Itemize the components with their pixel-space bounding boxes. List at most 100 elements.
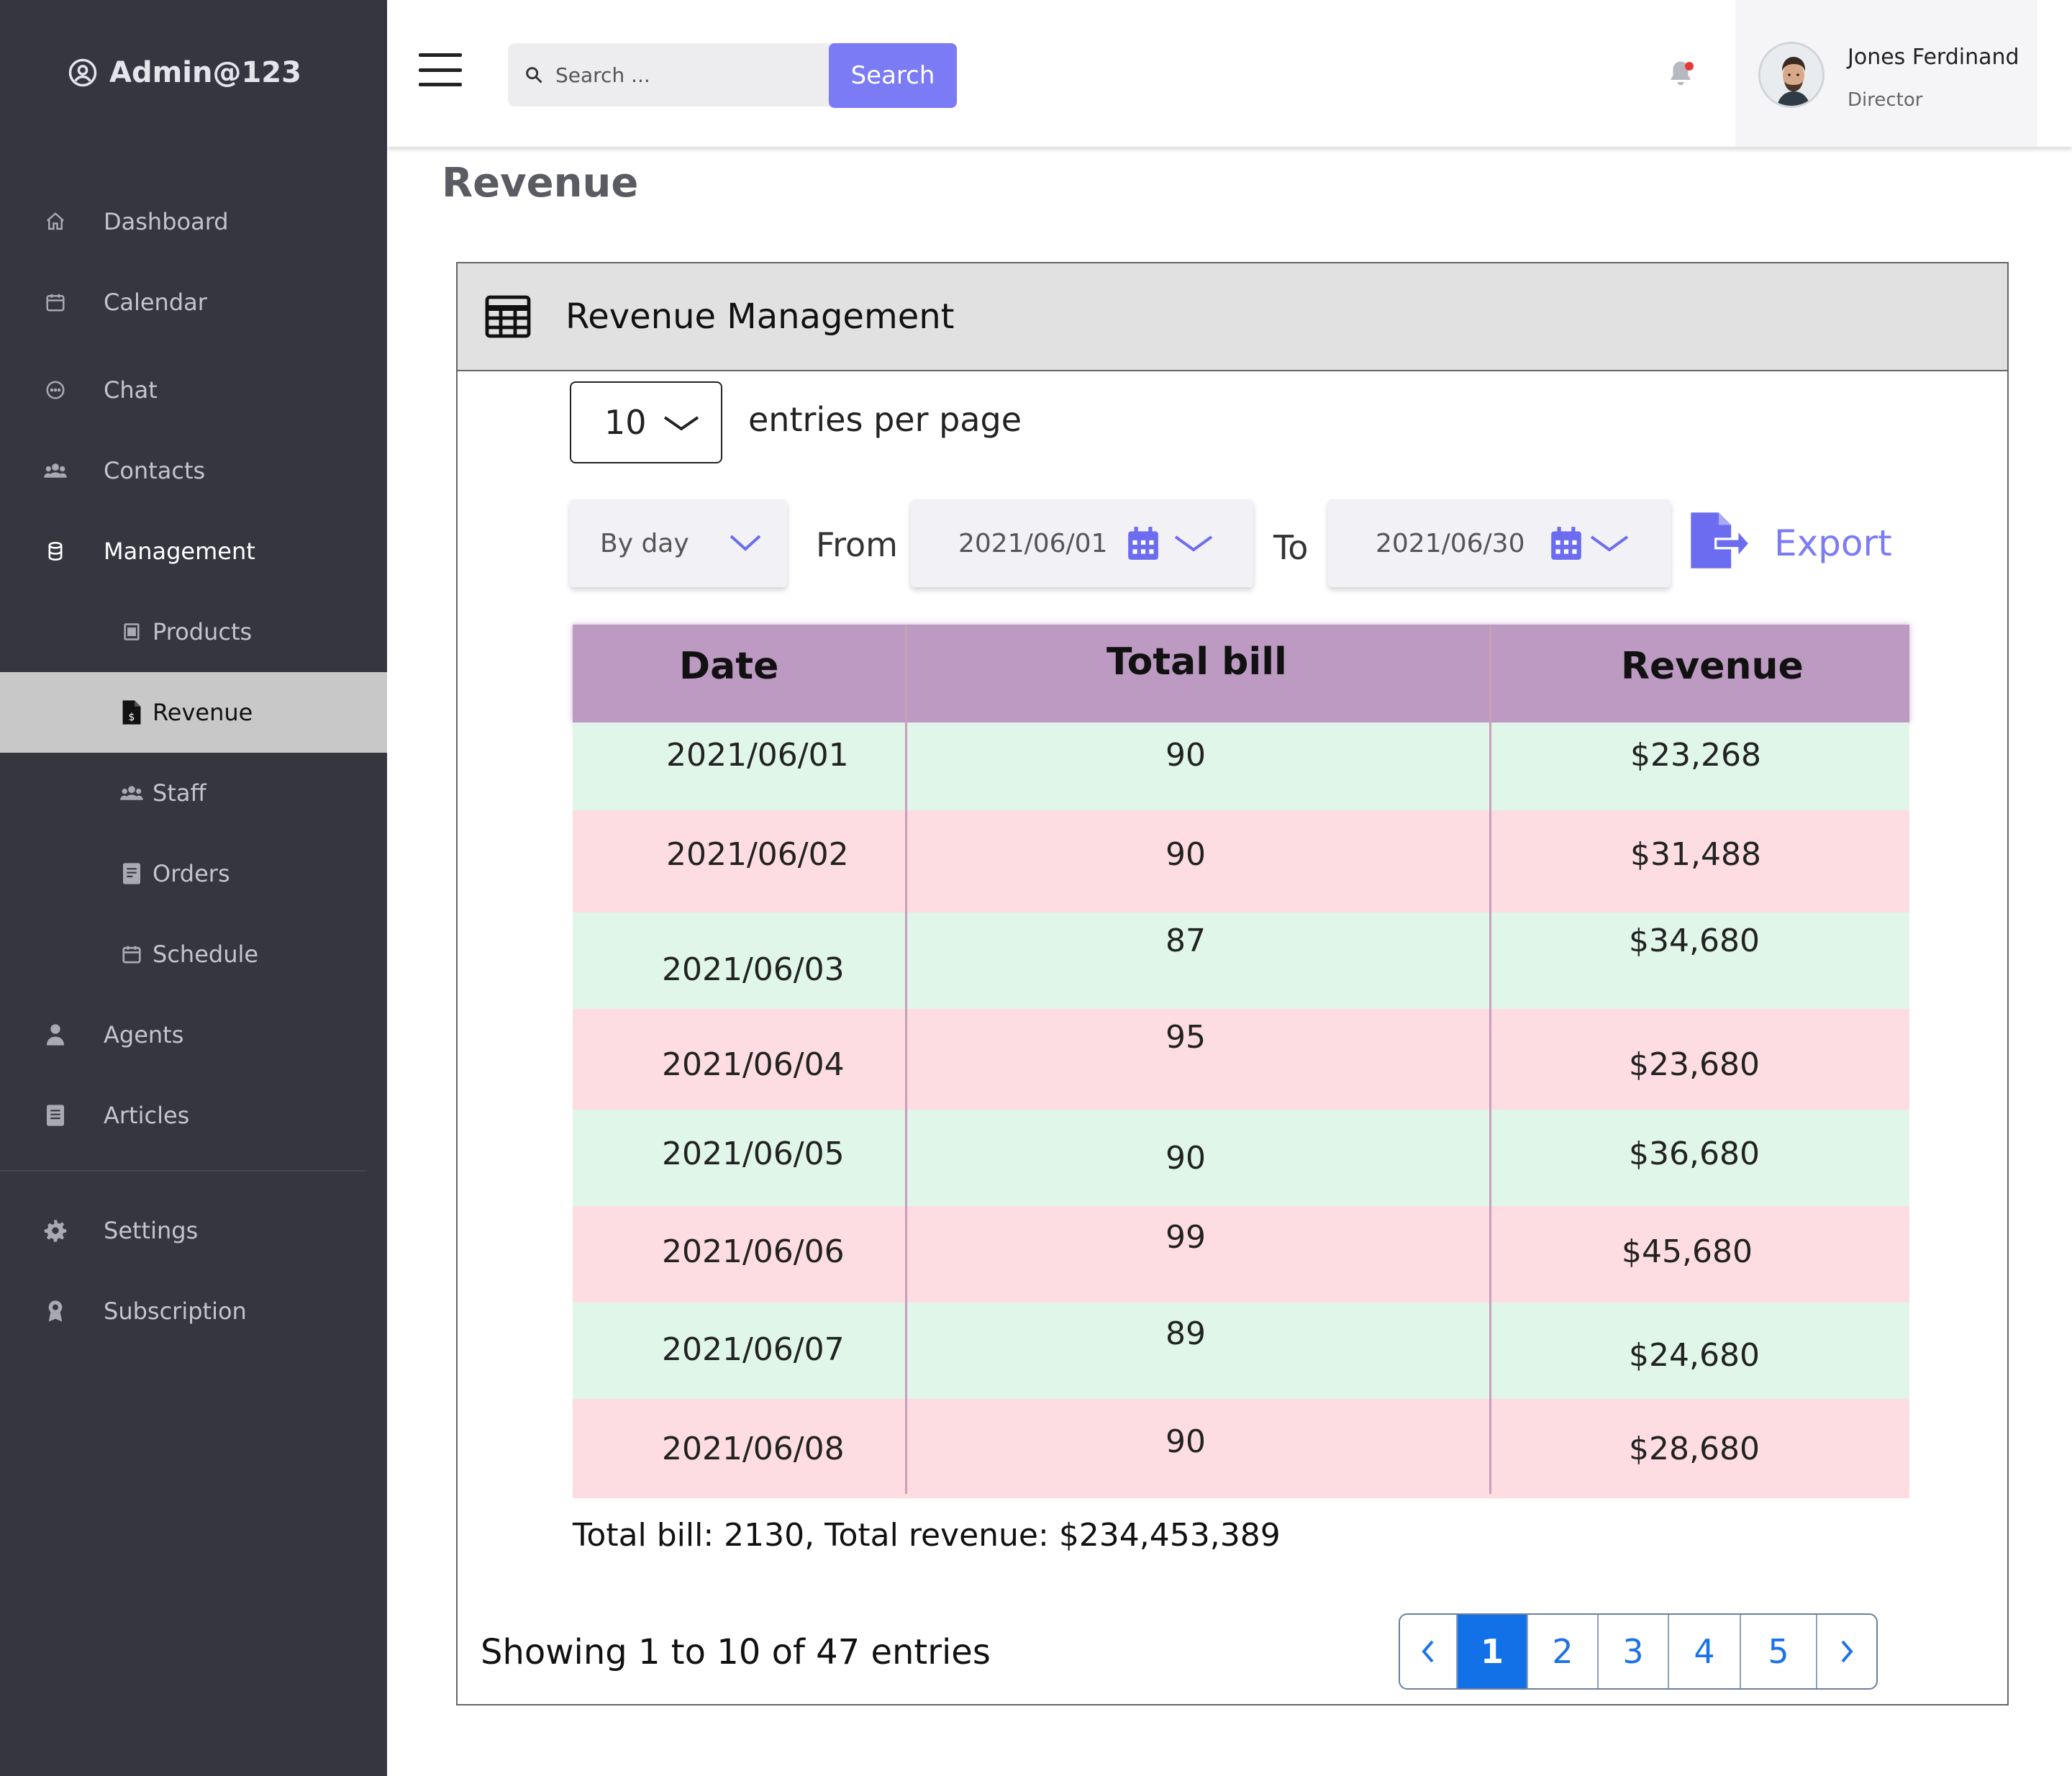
sidebar-item-subscription[interactable]: Subscription (0, 1271, 387, 1351)
table-row[interactable]: 2021/06/05 90 $36,680 (573, 1110, 1909, 1206)
sidebar-item-label: Dashboard (104, 208, 229, 235)
orders-icon (119, 861, 144, 886)
user-profile[interactable]: Jones Ferdinand Director (1735, 0, 2037, 147)
table-row[interactable]: 2021/06/04 95 $23,680 (573, 1009, 1909, 1110)
cell-revenue: $45,680 (1622, 1233, 1753, 1270)
table-row[interactable]: 2021/06/03 87 $34,680 (573, 912, 1909, 1009)
to-label: To (1273, 528, 1309, 567)
cell-total-bill: 87 (1166, 923, 1206, 959)
user-circle-icon (68, 58, 97, 87)
cell-date: 2021/06/04 (662, 1046, 845, 1083)
top-header: Search Jones Ferdinand Director (387, 0, 2072, 147)
sidebar-item-chat[interactable]: Chat (0, 350, 387, 430)
staff-icon (119, 781, 144, 805)
group-by-select[interactable]: By day (570, 499, 787, 587)
cell-date: 2021/06/01 (666, 737, 849, 774)
chevron-down-icon (1174, 535, 1213, 552)
cell-revenue: $31,488 (1630, 836, 1761, 873)
prev-page-button[interactable] (1400, 1615, 1458, 1688)
export-label: Export (1774, 522, 1892, 564)
chevron-down-icon (1590, 535, 1629, 552)
to-date-picker[interactable]: 2021/06/30 (1328, 499, 1671, 587)
sidebar-item-orders[interactable]: Orders (0, 833, 387, 914)
search-box (508, 43, 839, 107)
cell-total-bill: 90 (1166, 1423, 1206, 1460)
hamburger-line (419, 83, 462, 86)
export-button[interactable]: Export (1685, 507, 1901, 579)
sidebar: Admin@123 Dashboard Calendar Chat Contac… (0, 0, 387, 1776)
sidebar-item-products[interactable]: Products (0, 592, 387, 672)
menu-toggle-button[interactable] (419, 53, 462, 86)
cell-revenue: $24,680 (1629, 1337, 1760, 1374)
sidebar-item-label: Products (153, 618, 253, 645)
cell-total-bill: 90 (1166, 1140, 1206, 1177)
database-icon (43, 539, 68, 563)
entries-label: entries per page (748, 400, 1022, 439)
sidebar-item-management[interactable]: Management (0, 511, 387, 592)
table-row[interactable]: 2021/06/07 89 $24,680 (573, 1302, 1909, 1399)
table-icon (485, 295, 531, 338)
hamburger-line (419, 53, 462, 57)
cell-date: 2021/06/08 (662, 1431, 845, 1467)
search-button[interactable]: Search (829, 43, 957, 108)
cell-date: 2021/06/06 (662, 1233, 845, 1270)
cell-date: 2021/06/05 (662, 1136, 845, 1172)
page-title: Revenue (442, 160, 639, 207)
sidebar-item-articles[interactable]: Articles (0, 1075, 387, 1156)
table-row[interactable]: 2021/06/06 99 $45,680 (573, 1206, 1909, 1302)
table-row[interactable]: 2021/06/02 90 $31,488 (573, 810, 1909, 912)
sidebar-item-dashboard[interactable]: Dashboard (0, 181, 387, 262)
search-input[interactable] (555, 63, 829, 87)
articles-icon (43, 1103, 68, 1128)
table-row[interactable]: 2021/06/08 90 $28,680 (573, 1399, 1909, 1498)
cell-date: 2021/06/07 (662, 1331, 845, 1368)
entries-value: 10 (604, 403, 647, 442)
sidebar-item-label: Orders (153, 860, 230, 887)
card-title: Revenue Management (565, 296, 955, 337)
calendar-icon (1551, 527, 1581, 560)
sidebar-item-label: Contacts (104, 457, 206, 484)
calendar-icon (1128, 527, 1158, 560)
search-icon (526, 67, 542, 83)
totals-summary: Total bill: 2130, Total revenue: $234,45… (573, 1517, 1281, 1554)
sidebar-item-label: Articles (104, 1102, 190, 1129)
column-header-revenue[interactable]: Revenue (1621, 645, 1804, 688)
from-date-picker[interactable]: 2021/06/01 (911, 499, 1253, 587)
page-1-button[interactable]: 1 (1458, 1615, 1528, 1688)
sidebar-item-contacts[interactable]: Contacts (0, 430, 387, 511)
sidebar-item-calendar[interactable]: Calendar (0, 262, 387, 343)
svg-text:$: $ (129, 712, 135, 723)
sidebar-item-label: Management (104, 538, 255, 565)
products-icon (119, 620, 144, 644)
chevron-down-icon (663, 416, 699, 431)
sidebar-item-revenue[interactable]: $ Revenue (0, 672, 387, 753)
column-header-date[interactable]: Date (679, 645, 778, 688)
table-header: Date Total bill Revenue (573, 625, 1909, 722)
chat-icon (43, 378, 68, 402)
next-page-button[interactable] (1817, 1615, 1876, 1688)
group-by-value: By day (600, 528, 689, 558)
sidebar-item-label: Schedule (153, 941, 259, 968)
page-4-button[interactable]: 4 (1669, 1615, 1741, 1688)
sidebar-item-schedule[interactable]: Schedule (0, 914, 387, 995)
entries-per-page-select[interactable]: 10 (570, 381, 722, 463)
cell-revenue: $23,680 (1629, 1046, 1760, 1083)
sidebar-item-label: Staff (153, 779, 206, 807)
sidebar-item-staff[interactable]: Staff (0, 753, 387, 833)
page-2-button[interactable]: 2 (1528, 1615, 1599, 1688)
notification-dot (1685, 62, 1694, 71)
sidebar-item-settings[interactable]: Settings (0, 1190, 387, 1271)
cell-date: 2021/06/03 (662, 951, 845, 988)
sidebar-divider (0, 1170, 367, 1172)
brand[interactable]: Admin@123 (68, 56, 301, 89)
sidebar-item-label: Settings (104, 1217, 199, 1244)
table-row[interactable]: 2021/06/01 90 $23,268 (573, 722, 1909, 810)
sidebar-item-label: Calendar (104, 289, 207, 316)
hamburger-line (419, 68, 462, 72)
page-5-button[interactable]: 5 (1741, 1615, 1817, 1688)
column-header-total-bill[interactable]: Total bill (1107, 640, 1287, 684)
sidebar-item-agents[interactable]: Agents (0, 995, 387, 1075)
page-3-button[interactable]: 3 (1599, 1615, 1669, 1688)
from-label: From (816, 525, 898, 564)
column-divider (1489, 625, 1491, 1494)
